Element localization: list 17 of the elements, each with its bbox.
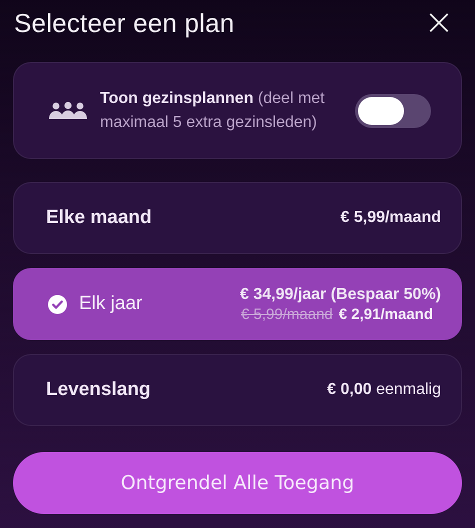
dialog-title: Selecteer een plan	[13, 8, 234, 38]
plan-label: Levenslang	[46, 379, 151, 401]
plan-label: Elke maand	[46, 207, 152, 229]
plan-price: € 0,00 eenmalig	[327, 381, 441, 399]
plan-option[interactable]: Levenslang € 0,00 eenmalig	[13, 354, 462, 426]
check-icon	[48, 294, 67, 314]
close-button[interactable]: ×	[418, 5, 460, 41]
plan-option[interactable]: Elk jaar € 34,99/jaar (Bespaar 50%) € 5,99/maand € 2,91/maand	[13, 268, 462, 340]
plan-price: € 5,99/maand	[340, 209, 441, 227]
plan-label: Elk jaar	[79, 293, 142, 315]
people-icon	[48, 100, 88, 120]
family-plans-description: Toon gezinsplannen (deel met maximaal 5 extra gezinsleden)	[100, 89, 326, 132]
plan-price: € 34,99/jaar (Bespaar 50%)	[240, 286, 441, 304]
family-plans-toggle[interactable]	[355, 94, 431, 128]
plan-option[interactable]: Elke maand € 5,99/maand	[13, 182, 462, 254]
old-price: € 5,99/maand	[241, 306, 333, 322]
monthly-price: € 2,91/maand	[338, 306, 433, 322]
